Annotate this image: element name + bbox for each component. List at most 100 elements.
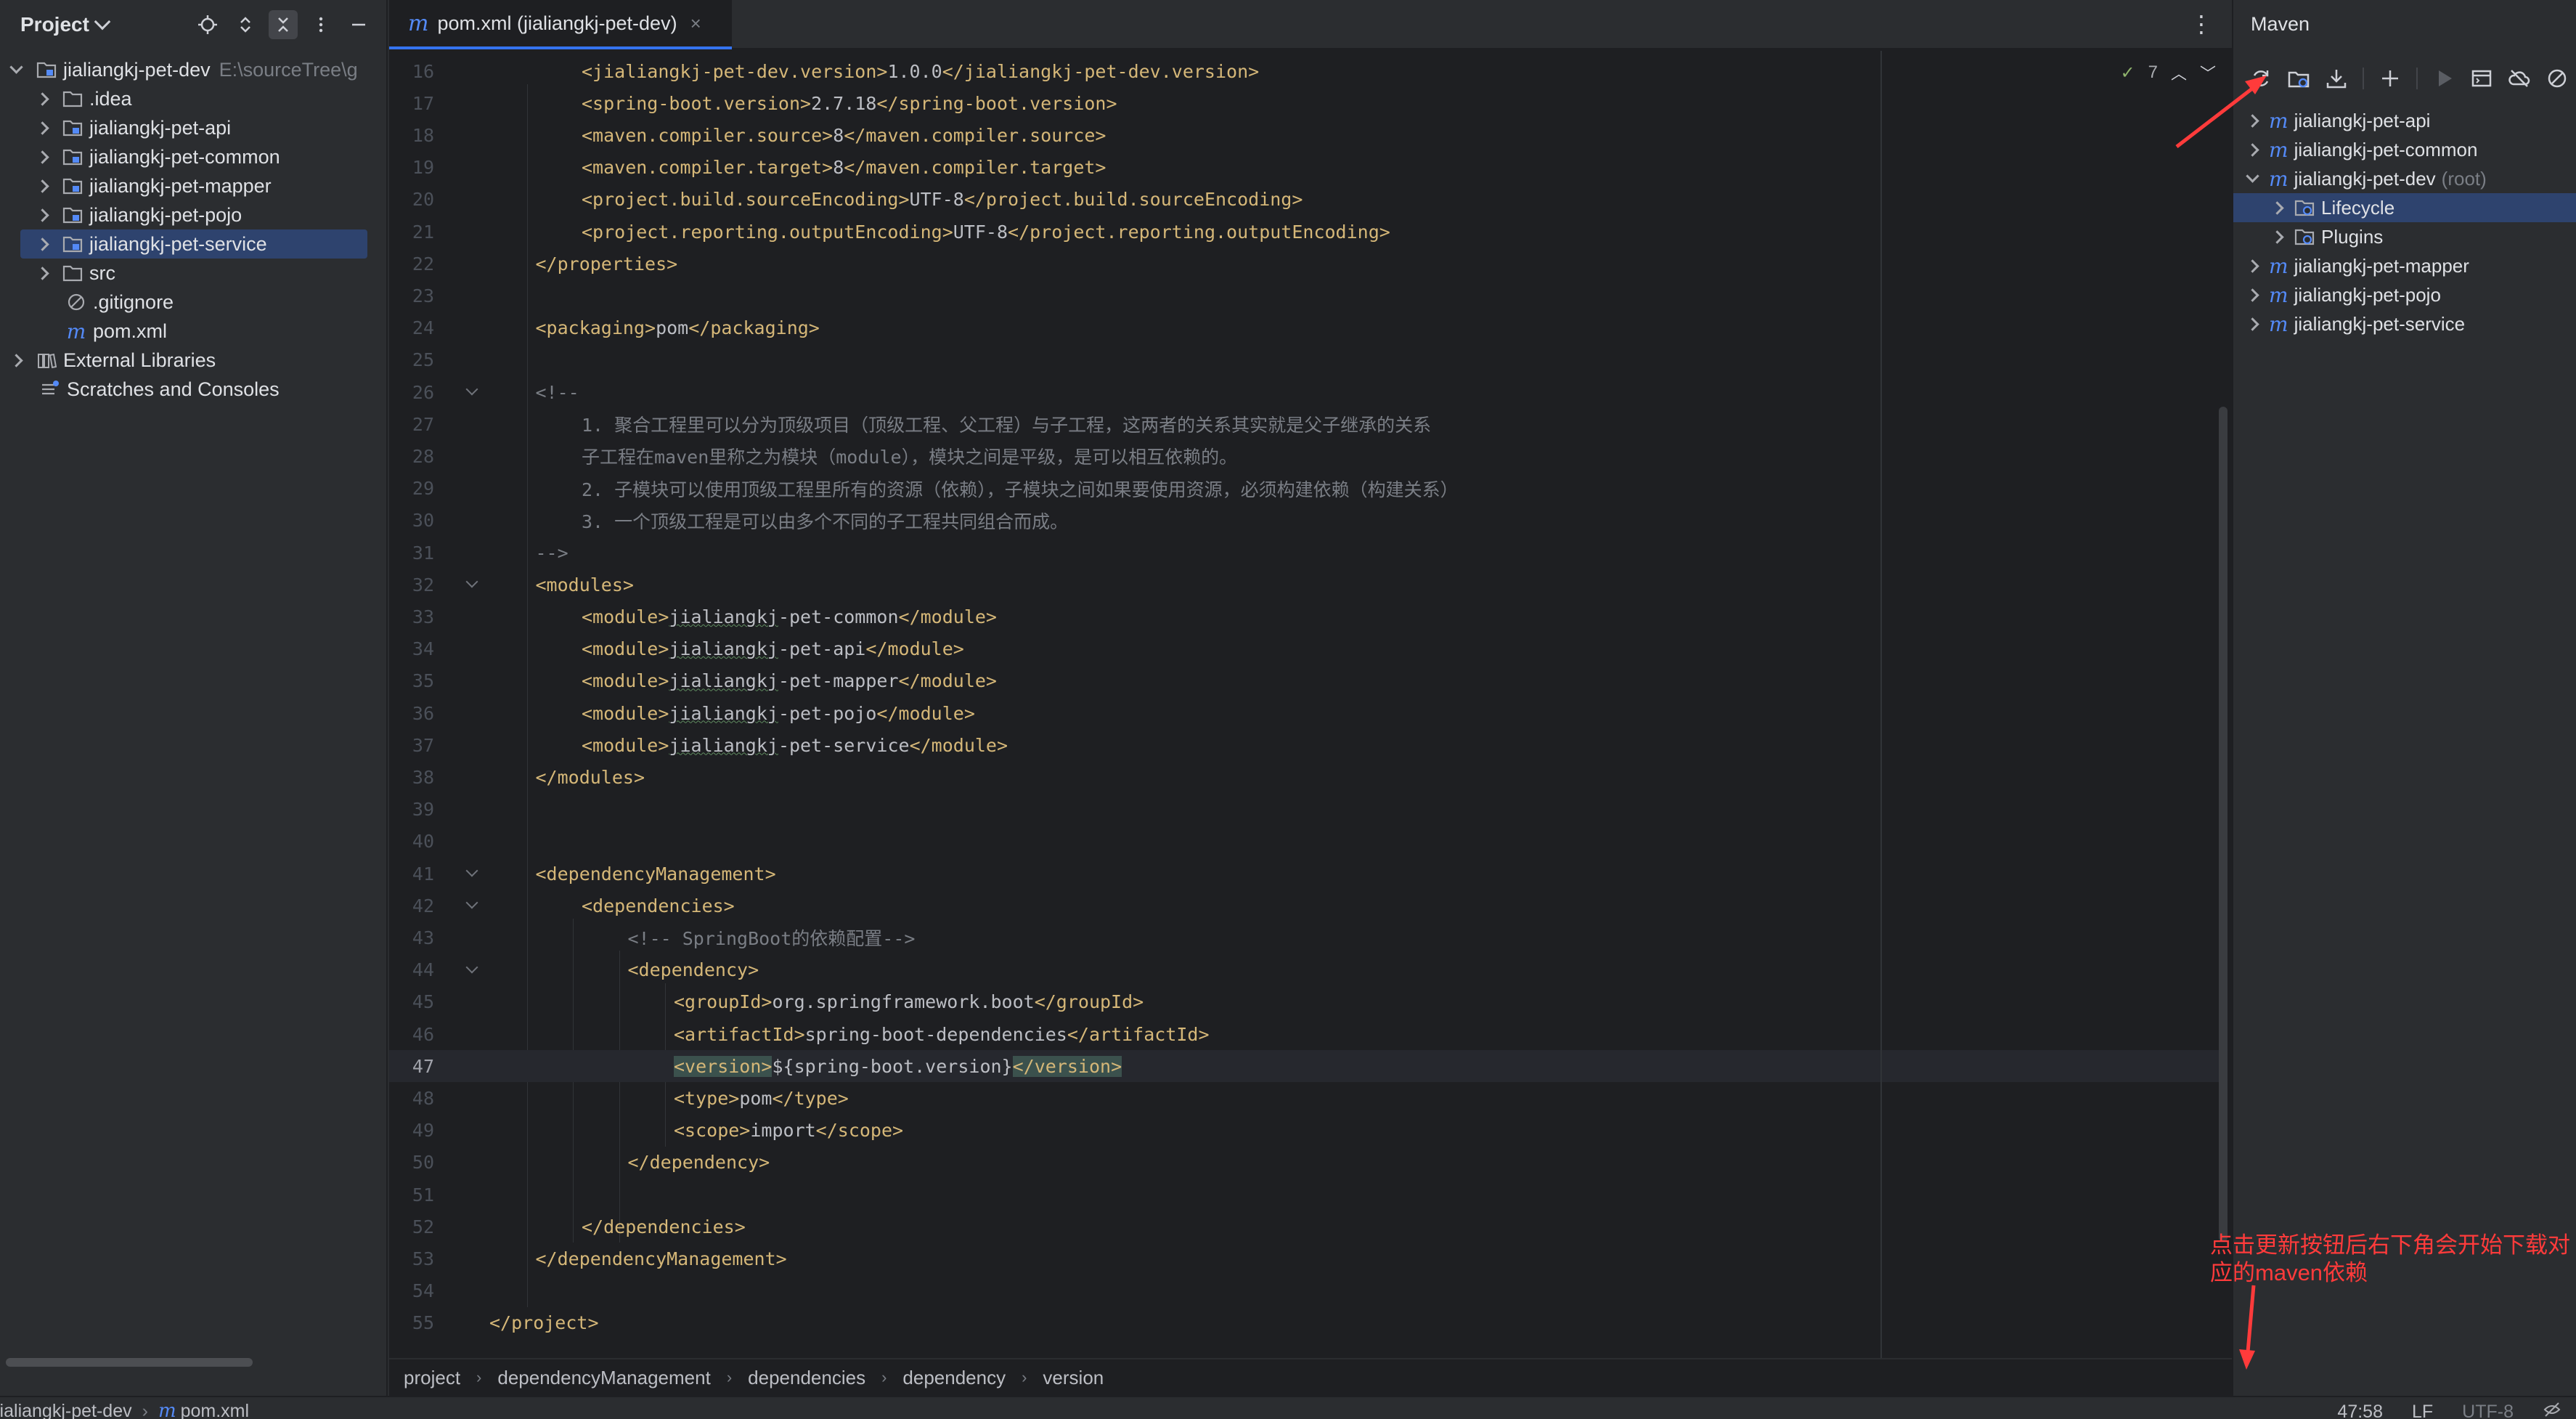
status-path-file[interactable]: pom.xml (181, 1401, 249, 1419)
code-line[interactable]: 31 --> (389, 537, 2219, 569)
collapse-all-icon[interactable] (269, 10, 298, 39)
hide-panel-icon[interactable] (344, 10, 373, 39)
line-separator[interactable]: LF (2412, 1402, 2433, 1419)
maven-item-jialiangkj-pet-api[interactable]: m jialiangkj-pet-api (2233, 106, 2576, 135)
chevron-right-icon[interactable] (2246, 288, 2259, 302)
chevron-down-icon[interactable] (2246, 168, 2259, 183)
breadcrumb-dependencymanagement[interactable]: dependencyManagement (497, 1367, 710, 1389)
code-line[interactable]: 39 (389, 794, 2219, 826)
maven-item-jialiangkj-pet-dev[interactable]: m jialiangkj-pet-dev (root) (2233, 164, 2576, 193)
code-line[interactable]: 38 </modules> (389, 761, 2219, 793)
inspection-widget[interactable]: ✓ 7 ︿ ﹀ (2121, 61, 2217, 84)
code-line[interactable]: 37 <module>jialiangkj-pet-service</module… (389, 729, 2219, 761)
breadcrumb-dependency[interactable]: dependency (902, 1367, 1006, 1389)
horizontal-scrollbar[interactable] (6, 1358, 253, 1367)
maven-item-jialiangkj-pet-service[interactable]: m jialiangkj-pet-service (2233, 309, 2576, 338)
code-line[interactable]: 50 </dependency> (389, 1147, 2219, 1179)
tree-item-jialiangkj-pet-mapper[interactable]: jialiangkj-pet-mapper (0, 171, 386, 200)
chevron-right-icon[interactable] (36, 150, 49, 164)
code-editor[interactable]: 16 <jialiangkj-pet-dev.version>1.0.0</jia… (389, 51, 2232, 1358)
caret-position[interactable]: 47:58 (2337, 1402, 2383, 1419)
code-line[interactable]: 34 <module>jialiangkj-pet-api</module> (389, 633, 2219, 665)
chevron-right-icon[interactable] (36, 121, 49, 135)
code-line[interactable]: 33 <module>jialiangkj-pet-common</module> (389, 601, 2219, 633)
previous-highlight-icon[interactable]: ︿ (2171, 61, 2187, 84)
chevron-right-icon[interactable] (2270, 229, 2284, 244)
code-line[interactable]: 20 <project.build.sourceEncoding>UTF-8</p… (389, 184, 2219, 216)
code-line[interactable]: 54 (389, 1275, 2219, 1307)
status-path-project[interactable]: jialiangkj-pet-dev (0, 1401, 132, 1419)
tree-item-jialiangkj-pet-pojo[interactable]: jialiangkj-pet-pojo (0, 200, 386, 229)
tree-item-jialiangkj-pet-common[interactable]: jialiangkj-pet-common (0, 142, 386, 171)
fold-marker-icon[interactable] (465, 383, 478, 396)
code-line[interactable]: 48 <type>pom</type> (389, 1082, 2219, 1114)
tree-item-pom-xml[interactable]: m pom.xml (0, 317, 386, 346)
download-icon[interactable] (2322, 64, 2351, 93)
maven-item-jialiangkj-pet-mapper[interactable]: m jialiangkj-pet-mapper (2233, 251, 2576, 280)
code-line[interactable]: 29 2. 子模块可以使用顶级工程里所有的资源（依赖），子模块之间如果要使用资源，… (389, 473, 2219, 505)
chevron-right-icon[interactable] (2246, 317, 2259, 331)
next-highlight-icon[interactable]: ﹀ (2200, 61, 2216, 84)
breadcrumb-dependencies[interactable]: dependencies (748, 1367, 865, 1389)
readonly-toggle-icon[interactable] (2543, 1400, 2561, 1419)
code-line[interactable]: 30 3. 一个顶级工程是可以由多个不同的子工程共同组合而成。 (389, 505, 2219, 537)
chevron-right-icon[interactable] (36, 237, 49, 251)
code-line[interactable]: 35 <module>jialiangkj-pet-mapper</module> (389, 665, 2219, 697)
code-line[interactable]: 16 <jialiangkj-pet-dev.version>1.0.0</jia… (389, 55, 2219, 87)
reload-icon[interactable] (2246, 64, 2275, 93)
tree-item-jialiangkj-pet-dev[interactable]: jialiangkj-pet-dev E:\sourceTree\g (0, 55, 386, 84)
code-line[interactable]: 26 <!-- (389, 376, 2219, 408)
chevron-right-icon[interactable] (2246, 113, 2259, 128)
tree-item-src[interactable]: src (0, 259, 386, 288)
code-line[interactable]: 46 <artifactId>spring-boot-dependencies</… (389, 1018, 2219, 1050)
maven-item-jialiangkj-pet-pojo[interactable]: m jialiangkj-pet-pojo (2233, 280, 2576, 309)
more-options-icon[interactable] (306, 10, 335, 39)
more-tabs-icon[interactable]: ⋮ (2190, 10, 2213, 38)
code-line[interactable]: 45 <groupId>org.springframework.boot</gro… (389, 986, 2219, 1018)
chevron-right-icon[interactable] (36, 208, 49, 222)
code-line[interactable]: 52 </dependencies> (389, 1211, 2219, 1243)
locate-file-icon[interactable] (193, 10, 222, 39)
tree-item-jialiangkj-pet-service[interactable]: jialiangkj-pet-service (20, 229, 367, 259)
chevron-right-icon[interactable] (2246, 142, 2259, 157)
fold-marker-icon[interactable] (465, 896, 478, 909)
code-line[interactable]: 36 <module>jialiangkj-pet-pojo</module> (389, 697, 2219, 729)
tree-item-gitignore[interactable]: .gitignore (0, 288, 386, 317)
code-line[interactable]: 25 (389, 344, 2219, 376)
code-line[interactable]: 28 子工程在maven里称之为模块（module），模块之间是平级，是可以相互依… (389, 440, 2219, 472)
tree-item-idea[interactable]: .idea (0, 84, 386, 113)
code-line[interactable]: 24 <packaging>pom</packaging> (389, 312, 2219, 344)
code-line[interactable]: 55 </project> (389, 1307, 2219, 1339)
expand-all-icon[interactable] (231, 10, 260, 39)
chevron-right-icon[interactable] (2246, 259, 2259, 273)
code-line[interactable]: 40 (389, 826, 2219, 858)
run-icon[interactable] (2429, 64, 2458, 93)
code-line[interactable]: 17 <spring-boot.version>2.7.18</spring-bo… (389, 87, 2219, 119)
fold-marker-icon[interactable] (465, 575, 478, 588)
code-line[interactable]: 22 </properties> (389, 248, 2219, 280)
code-line[interactable]: 23 (389, 280, 2219, 312)
code-line[interactable]: 53 </dependencyManagement> (389, 1243, 2219, 1274)
vertical-scrollbar[interactable] (2219, 407, 2227, 1242)
code-line[interactable]: 27 1. 聚合工程里可以分为顶级项目（顶级工程、父工程）与子工程，这两者的关系其… (389, 408, 2219, 440)
add-icon[interactable] (2376, 64, 2405, 93)
code-line[interactable]: 42 <dependencies> (389, 890, 2219, 922)
tree-item-scratches-and-consoles[interactable]: Scratches and Consoles (0, 375, 386, 404)
tab-pom-xml[interactable]: m pom.xml (jialiangkj-pet-dev) × (389, 0, 732, 49)
code-line[interactable]: 32 <modules> (389, 569, 2219, 601)
chevron-down-icon[interactable] (94, 13, 111, 31)
chevron-right-icon[interactable] (36, 92, 49, 106)
generate-sources-icon[interactable] (2284, 64, 2313, 93)
code-line[interactable]: 18 <maven.compiler.source>8</maven.compil… (389, 119, 2219, 151)
chevron-right-icon[interactable] (36, 179, 49, 193)
code-line[interactable]: 49 <scope>import</scope> (389, 1115, 2219, 1147)
skip-tests-icon[interactable] (2543, 64, 2572, 93)
code-line[interactable]: 21 <project.reporting.outputEncoding>UTF-… (389, 216, 2219, 248)
code-line[interactable]: 19 <maven.compiler.target>8</maven.compil… (389, 152, 2219, 184)
close-icon[interactable]: × (690, 12, 701, 35)
fold-marker-icon[interactable] (465, 864, 478, 877)
tree-item-external-libraries[interactable]: External Libraries (0, 346, 386, 375)
maven-item-jialiangkj-pet-common[interactable]: m jialiangkj-pet-common (2233, 135, 2576, 164)
breadcrumb-project[interactable]: project (404, 1367, 460, 1389)
code-line[interactable]: 51 (389, 1179, 2219, 1211)
